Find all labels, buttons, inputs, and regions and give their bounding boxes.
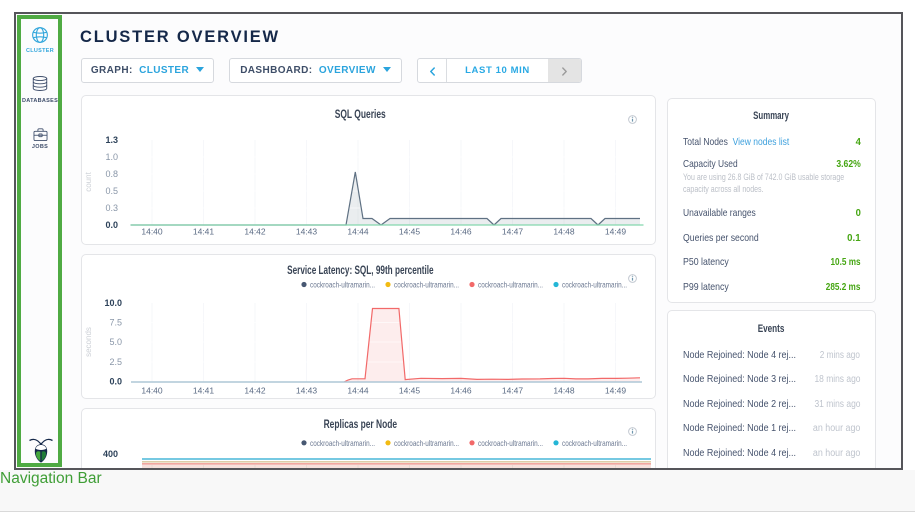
svg-text:5.0: 5.0	[109, 337, 122, 347]
svg-text:2.5: 2.5	[109, 357, 122, 367]
svg-text:14:44: 14:44	[347, 386, 369, 396]
svg-text:400: 400	[103, 449, 118, 459]
svg-text:0.0: 0.0	[105, 220, 118, 230]
svg-text:10.0: 10.0	[104, 298, 122, 308]
svg-text:0.5: 0.5	[105, 186, 118, 196]
svg-text:count: count	[84, 171, 93, 191]
svg-text:cockroach-ultramarin...: cockroach-ultramarin...	[478, 280, 543, 290]
svg-text:14:47: 14:47	[502, 227, 524, 237]
svg-text:14:48: 14:48	[553, 386, 575, 396]
svg-text:14:43: 14:43	[296, 227, 318, 237]
svg-text:14:43: 14:43	[296, 386, 318, 396]
svg-text:1.3: 1.3	[105, 135, 118, 145]
svg-text:14:49: 14:49	[605, 386, 627, 396]
svg-text:14:41: 14:41	[193, 386, 215, 396]
svg-text:cockroach-ultramarin...: cockroach-ultramarin...	[562, 280, 627, 290]
svg-text:14:46: 14:46	[450, 386, 472, 396]
svg-text:14:42: 14:42	[244, 227, 266, 237]
svg-text:1.0: 1.0	[105, 152, 118, 162]
svg-text:cockroach-ultramarin...: cockroach-ultramarin...	[562, 438, 627, 448]
svg-text:cockroach-ultramarin...: cockroach-ultramarin...	[394, 438, 459, 448]
svg-text:14:44: 14:44	[347, 227, 369, 237]
svg-text:cockroach-ultramarin...: cockroach-ultramarin...	[478, 438, 543, 448]
svg-text:14:41: 14:41	[193, 227, 215, 237]
svg-text:cockroach-ultramarin...: cockroach-ultramarin...	[394, 280, 459, 290]
svg-text:cockroach-ultramarin...: cockroach-ultramarin...	[310, 280, 375, 290]
svg-text:0.0: 0.0	[109, 377, 122, 387]
svg-text:cockroach-ultramarin...: cockroach-ultramarin...	[310, 438, 375, 448]
svg-text:14:40: 14:40	[141, 386, 163, 396]
svg-text:14:47: 14:47	[502, 386, 524, 396]
svg-text:14:40: 14:40	[141, 227, 163, 237]
svg-text:14:49: 14:49	[605, 227, 627, 237]
svg-text:14:45: 14:45	[399, 386, 421, 396]
svg-text:7.5: 7.5	[109, 318, 122, 328]
svg-text:14:42: 14:42	[244, 386, 266, 396]
svg-text:14:45: 14:45	[399, 227, 421, 237]
svg-text:0.8: 0.8	[105, 169, 118, 179]
svg-text:seconds: seconds	[84, 327, 93, 357]
svg-text:0.3: 0.3	[105, 203, 118, 213]
svg-text:14:46: 14:46	[450, 227, 472, 237]
svg-text:14:48: 14:48	[553, 227, 575, 237]
